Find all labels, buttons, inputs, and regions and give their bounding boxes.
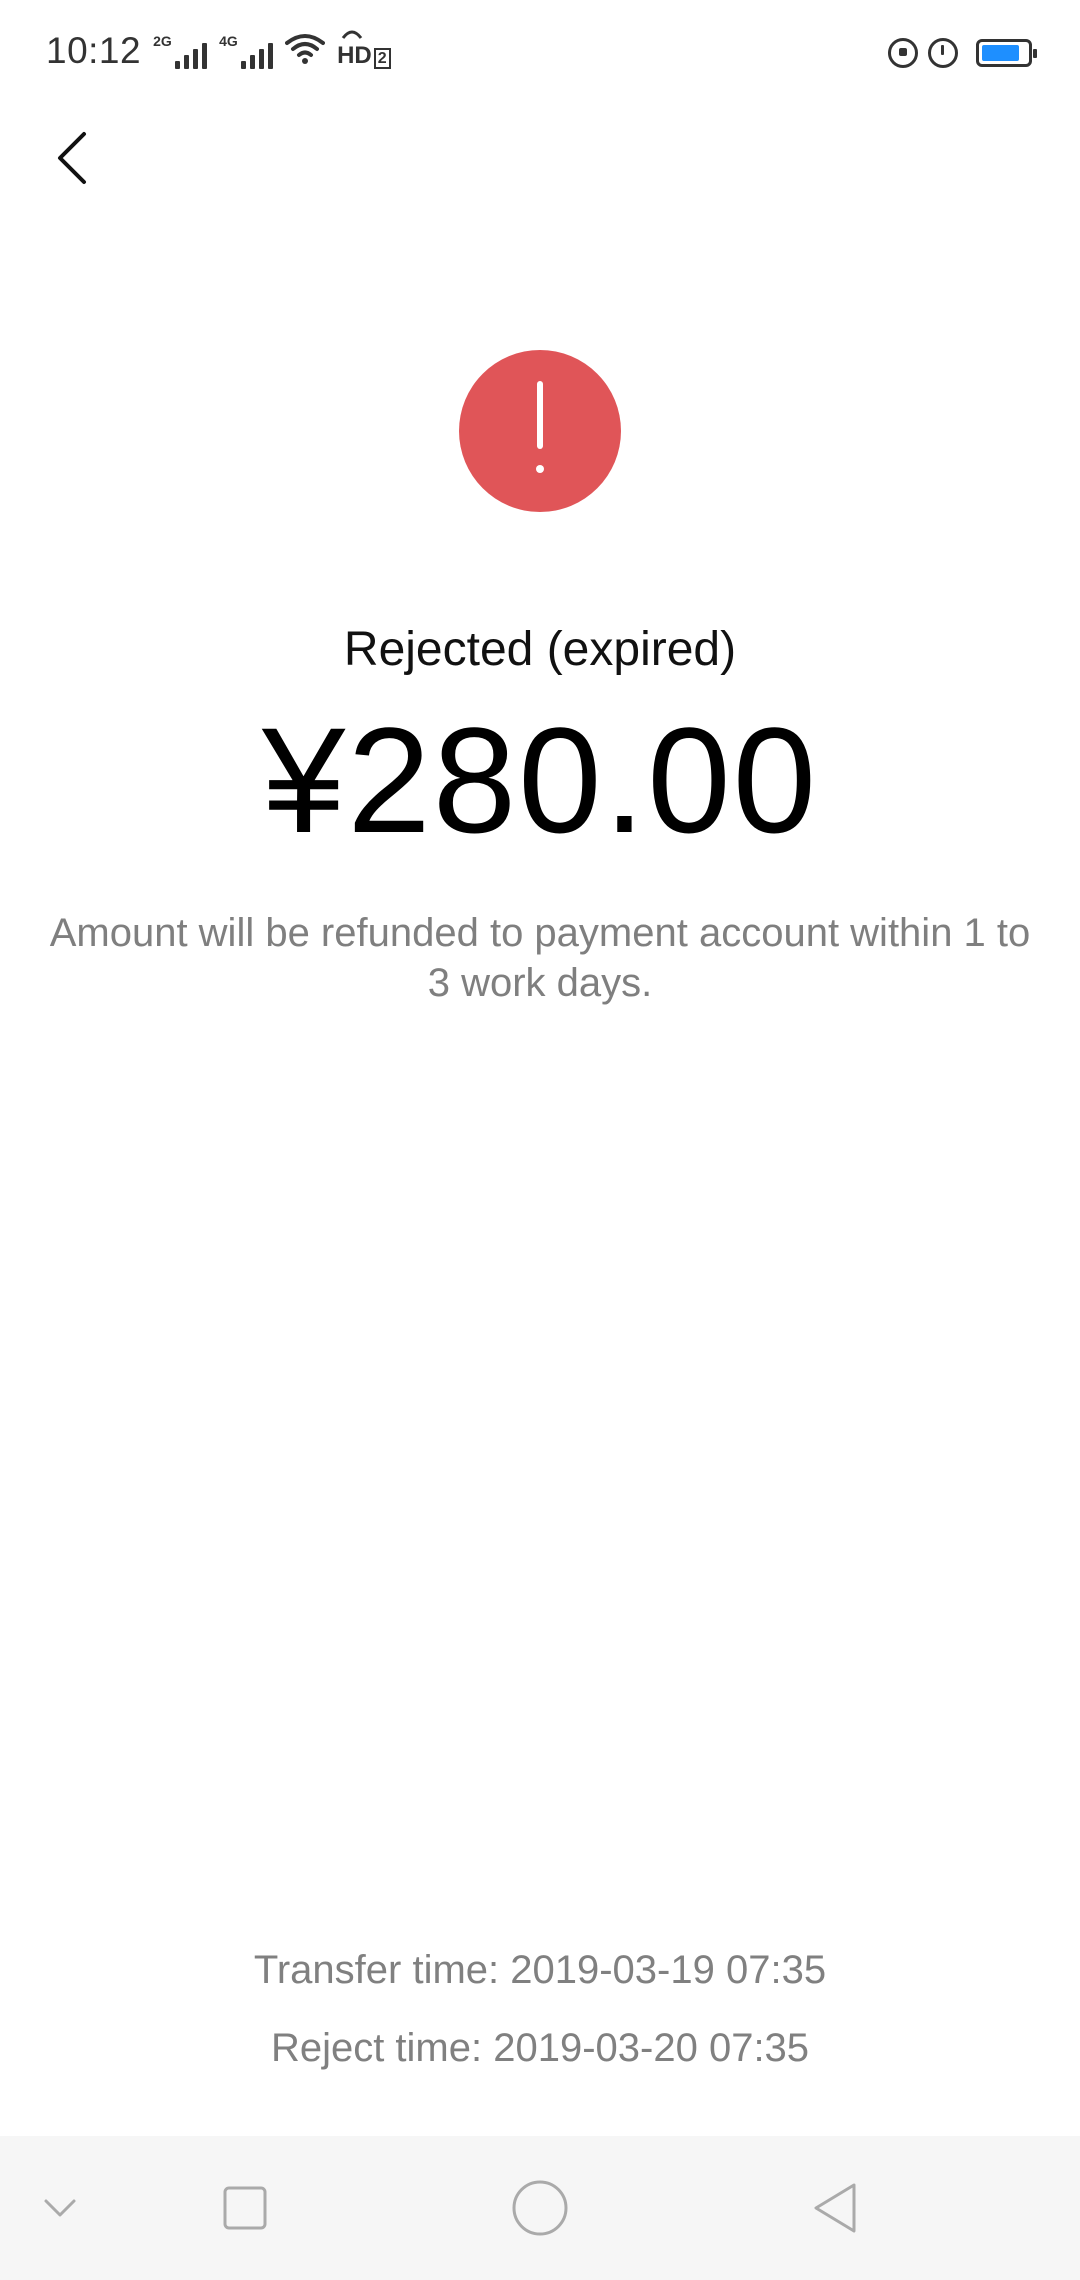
back-button[interactable] <box>32 118 112 198</box>
home-button[interactable] <box>495 2136 585 2280</box>
alarm-icon <box>928 38 958 68</box>
back-triangle-icon <box>814 2183 856 2233</box>
hide-nav-button[interactable] <box>20 2136 100 2280</box>
wifi-icon <box>285 33 326 70</box>
exclamation-icon <box>459 350 621 512</box>
status-title: Rejected (expired) <box>343 623 737 676</box>
rotation-lock-icon <box>888 38 918 68</box>
recents-button[interactable] <box>200 2136 290 2280</box>
signal-4g-icon: 4G <box>219 33 274 69</box>
refund-note: Amount will be refunded to payment accou… <box>49 911 1031 1005</box>
home-circle-icon <box>512 2180 568 2236</box>
battery-level <box>982 45 1019 61</box>
signal-2g-icon: 2G <box>153 33 208 69</box>
recents-square-icon <box>223 2186 267 2230</box>
status-time: 10:12 <box>46 30 142 71</box>
system-back-button[interactable] <box>790 2136 880 2280</box>
navigation-bar <box>0 2136 1080 2280</box>
status-bar: 10:12 2G 4G HD 2 <box>0 0 1080 110</box>
battery-icon <box>976 39 1037 67</box>
amount: ¥280.00 <box>261 696 819 864</box>
status-bar-right <box>888 38 1037 68</box>
chevron-left-icon <box>58 132 86 184</box>
hd-voice-icon: HD 2 <box>337 30 391 70</box>
chevron-down-icon <box>44 2199 76 2217</box>
transfer-time: Transfer time: 2019-03-19 07:35 <box>253 1948 827 1992</box>
reject-time: Reject time: 2019-03-20 07:35 <box>270 2026 810 2070</box>
status-bar-left: 10:12 2G 4G HD 2 <box>46 30 391 72</box>
